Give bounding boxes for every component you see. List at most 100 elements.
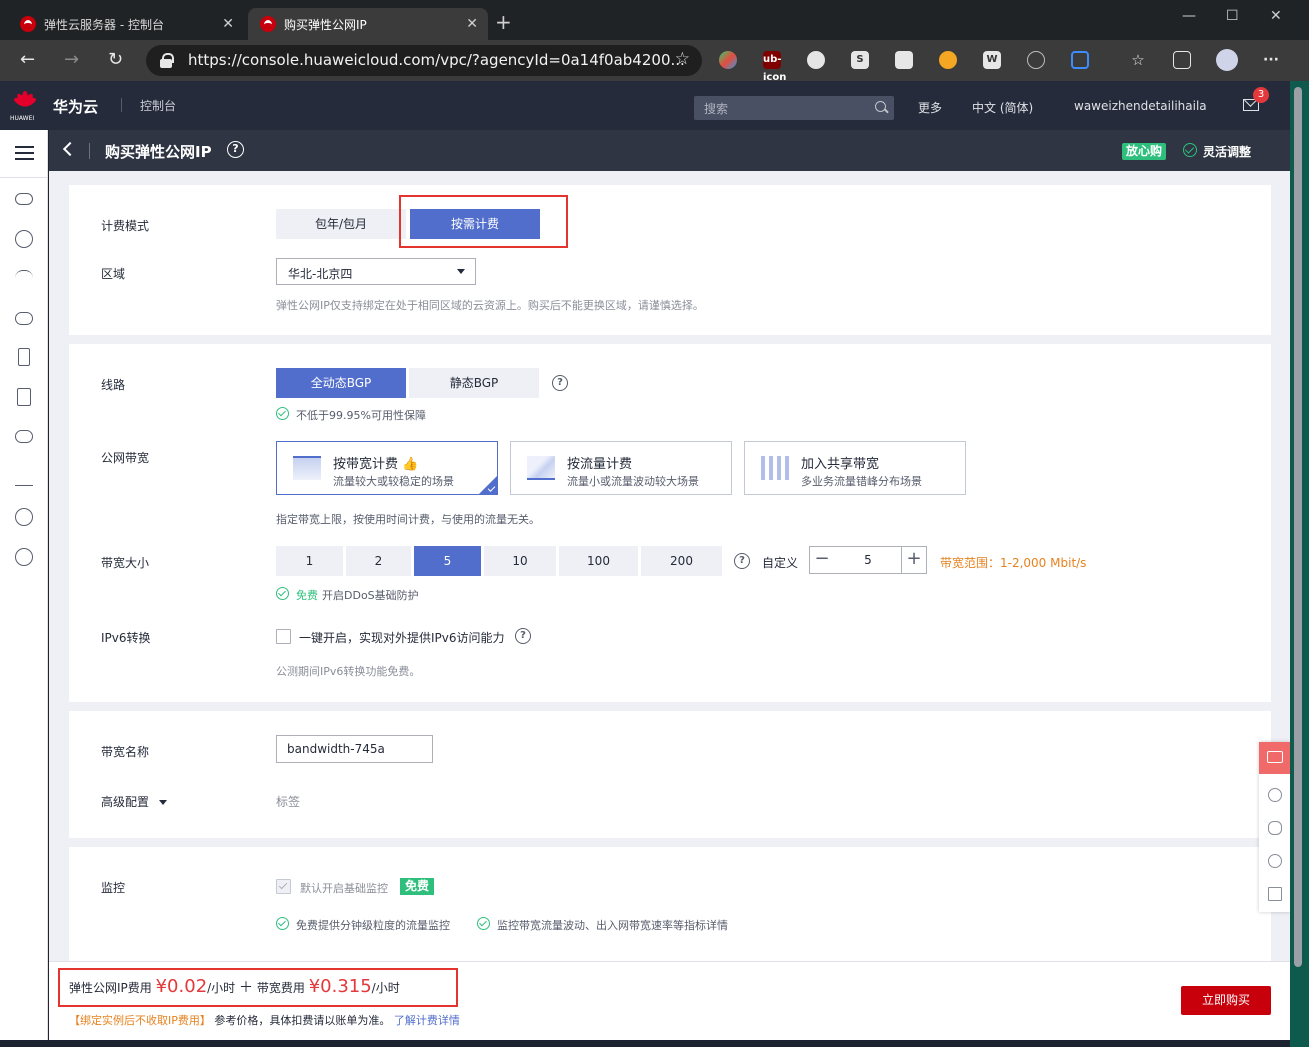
option-title: 按带宽计费 👍 [333, 457, 419, 472]
document-icon[interactable] [17, 388, 31, 406]
main-content: 计费模式 包年/包月 按需计费 区域 华北-北京四 弹性公网IP仅支持绑定在处于… [49, 171, 1290, 961]
size-help-icon[interactable]: ? [734, 553, 750, 569]
size-option-5[interactable]: 5 [414, 546, 481, 576]
ipv6-help-icon[interactable]: ? [515, 628, 531, 644]
extension-color-icon[interactable] [719, 51, 737, 69]
line-option-static-bgp[interactable]: 静态BGP [409, 368, 539, 398]
size-option-1[interactable]: 1 [276, 546, 343, 576]
plus-sign: ＋ [239, 980, 254, 996]
circle-extension-icon[interactable] [1027, 51, 1045, 69]
buy-now-button[interactable]: 立即购买 [1181, 986, 1271, 1015]
maximize-icon[interactable]: ☐ [1226, 8, 1239, 24]
bandwidth-chart-icon [293, 456, 321, 480]
unit-text: /小时 [371, 981, 400, 995]
browser-menu-icon[interactable]: ··· [1262, 51, 1280, 69]
feedback-button[interactable] [1259, 742, 1291, 774]
decrease-button[interactable]: − [809, 546, 835, 574]
browser-tab-buy-eip[interactable]: 购买弹性公网IP ✕ [248, 8, 488, 40]
glasses-extension-icon[interactable] [895, 51, 913, 69]
bandwidth-card: 线路 全动态BGP 静态BGP ? 不低于99.95%可用性保障 公网带宽 按带… [69, 344, 1271, 702]
tab-close-icon[interactable]: ✕ [466, 16, 478, 32]
size-option-200[interactable]: 200 [641, 546, 722, 576]
profile-avatar[interactable] [1216, 49, 1238, 71]
monitor-card: 监控 默认开启基础监控 免费 免费提供分钟级粒度的流量监控 监控带宽流量波动、出… [69, 847, 1271, 961]
tab-close-icon[interactable]: ✕ [222, 16, 234, 32]
browser-tab-ecs[interactable]: 弹性云服务器 - 控制台 ✕ [8, 8, 244, 40]
advanced-config-toggle[interactable]: 高级配置 [101, 793, 167, 810]
flex-adjust-text[interactable]: 灵活调整 [1203, 143, 1251, 160]
collections-icon[interactable] [1173, 51, 1191, 69]
translate-icon[interactable] [807, 51, 825, 69]
traffic-wave-icon [527, 456, 555, 480]
console-link[interactable]: 控制台 [140, 97, 176, 114]
option-title: 按流量计费 [567, 457, 633, 472]
size-option-100[interactable]: 100 [559, 546, 638, 576]
more-menu[interactable]: 更多 [918, 99, 942, 116]
minimize-icon[interactable]: — [1182, 8, 1196, 24]
support-headset-icon[interactable] [1268, 821, 1282, 835]
crop-extension-icon[interactable] [1071, 51, 1089, 69]
cloud-icon[interactable] [15, 230, 33, 248]
storage-cloud-icon[interactable] [15, 312, 33, 325]
price-line: 弹性公网IP费用 ¥0.02/小时 ＋ 带宽费用 ¥0.315/小时 [69, 976, 400, 997]
increase-button[interactable]: + [901, 546, 927, 574]
cloud-server-icon[interactable] [15, 193, 33, 205]
bandwidth-name-input[interactable]: bandwidth-745a [276, 735, 433, 763]
search-icon[interactable] [875, 101, 886, 112]
database-icon[interactable] [18, 348, 30, 366]
billing-details-link[interactable]: 了解计费详情 [394, 1014, 460, 1027]
search-input[interactable]: 搜索 [694, 96, 894, 120]
option-shared-bandwidth[interactable]: 加入共享带宽 多业务流量错峰分布场景 [744, 441, 966, 495]
globe-icon[interactable] [15, 508, 33, 526]
address-bar[interactable]: https://console.huaweicloud.com/vpc/?age… [146, 45, 702, 76]
refresh-icon[interactable]: ↻ [108, 49, 123, 71]
hamburger-menu-icon[interactable] [15, 146, 34, 160]
option-traffic-billing[interactable]: 按流量计费 流量小或流量波动较大场景 [510, 441, 732, 495]
help-icon[interactable] [1268, 854, 1282, 868]
new-tab-button[interactable]: + [495, 12, 512, 32]
line-option-dynamic-bgp[interactable]: 全动态BGP [276, 368, 406, 398]
bandwidth-range-text: 带宽范围：1-2,000 Mbit/s [940, 556, 1087, 570]
cloud-monitor-icon[interactable] [15, 430, 33, 443]
browser-tab-bar: 弹性云服务器 - 控制台 ✕ 购买弹性公网IP ✕ + — ☐ ✕ [0, 0, 1309, 40]
w-extension-icon[interactable]: W [983, 51, 1001, 69]
header-divider [121, 98, 122, 112]
ipv6-checkbox[interactable] [276, 629, 291, 644]
ip-icon[interactable] [15, 548, 33, 566]
scrollbar-thumb[interactable] [1294, 87, 1302, 967]
edit-note-icon[interactable] [1268, 887, 1282, 901]
browser-toolbar: ← → ↻ https://console.huaweicloud.com/vp… [0, 40, 1309, 83]
favorites-icon[interactable]: ☆ [1129, 51, 1147, 69]
tab-title: 弹性云服务器 - 控制台 [44, 17, 164, 32]
option-bandwidth-billing[interactable]: 按带宽计费 👍 流量较大或较稳定的场景 [276, 441, 498, 495]
size-option-2[interactable]: 2 [346, 546, 411, 576]
ship-icon[interactable] [15, 468, 33, 486]
fangxin-badge[interactable]: 放心购 [1122, 143, 1167, 160]
window-close-icon[interactable]: ✕ [1270, 8, 1282, 24]
bandwidth-size-label: 带宽大小 [101, 556, 150, 570]
region-hint: 弹性公网IP仅支持绑定在处于相同区域的云资源上。购买后不能更换区域，请谨慎选择。 [276, 299, 704, 312]
line-help-icon[interactable]: ? [552, 375, 568, 391]
billing-option-yearly[interactable]: 包年/包月 [276, 209, 406, 239]
huawei-logo[interactable]: HUAWEI [10, 89, 40, 123]
price-footer: 弹性公网IP费用 ¥0.02/小时 ＋ 带宽费用 ¥0.315/小时 【绑定实例… [49, 961, 1290, 1040]
ipv6-checkbox-label[interactable]: 一键开启，实现对外提供IPv6访问能力 [299, 629, 505, 646]
favorite-star-icon[interactable]: ☆ [675, 49, 690, 69]
brand-name[interactable]: 华为云 [53, 96, 98, 117]
s-extension-icon[interactable]: S [851, 51, 869, 69]
orange-extension-icon[interactable] [939, 51, 957, 69]
language-switch[interactable]: 中文 (简体) [972, 99, 1033, 116]
bandwidth-name-label: 带宽名称 [101, 745, 150, 759]
size-option-10[interactable]: 10 [484, 546, 556, 576]
forward-arrow-icon[interactable]: → [64, 49, 79, 71]
region-select[interactable]: 华北-北京四 [276, 258, 476, 285]
help-circle-icon[interactable]: ? [227, 141, 244, 158]
ublock-icon[interactable]: ub-icon [763, 51, 786, 83]
bandwidth-size-input[interactable]: 5 [834, 546, 902, 574]
smile-icon[interactable] [1268, 788, 1282, 802]
page-scrollbar[interactable] [1290, 81, 1309, 1047]
network-wave-icon[interactable] [15, 270, 33, 288]
back-arrow-icon[interactable]: ← [20, 49, 35, 71]
username-menu[interactable]: waweizhendetailihaila [1074, 99, 1207, 113]
back-chevron-icon[interactable] [62, 141, 78, 157]
